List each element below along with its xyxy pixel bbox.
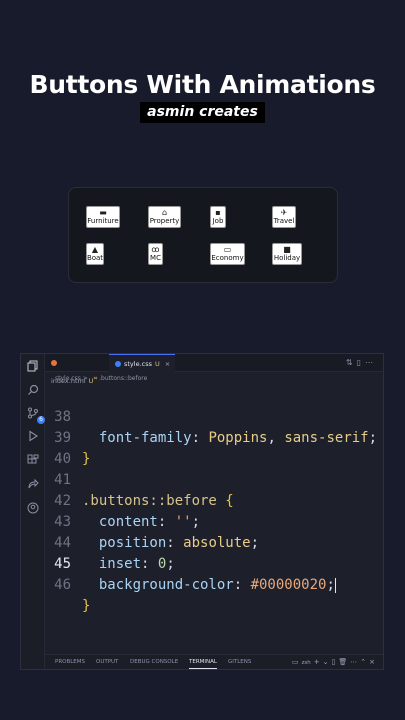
compare-icon[interactable]: ⇅ (346, 358, 357, 367)
panel-actions: ▭zsh +⌄▯🗑⋯⌃× (292, 655, 378, 671)
code-line: 41 .buttons::before { (45, 449, 383, 509)
demo-button-mc[interactable]: ꝏ MC (148, 243, 163, 265)
sofa-icon: ▬ (99, 208, 107, 217)
terminal-shell-label[interactable]: zsh (302, 660, 311, 666)
person-icon: ▪ (215, 208, 221, 217)
code-line: 38 font-family: Poppins, sans-serif; (45, 386, 383, 446)
code-line: 44 inset: 0; (45, 512, 383, 572)
activity-bar: 6 (21, 354, 45, 669)
breadcrumb: style.css > ⌗ .buttons::before (45, 373, 147, 385)
suitcase-icon: ■ (283, 245, 291, 254)
motorcycle-icon: ꝏ (151, 245, 160, 254)
code-line: 46 } (45, 554, 383, 614)
code-line: 43 position: absolute; (45, 491, 383, 551)
demo-button-label: Job (212, 217, 224, 225)
tab-actions: ⇅▯⋯ (346, 354, 377, 372)
demo-button-label: Economy (211, 254, 244, 262)
line-text: background-color: #00000020; (98, 577, 336, 593)
boat-icon: ▲ (91, 245, 99, 254)
panel-tab-bar: PROBLEMS OUTPUT DEBUG CONSOLE TERMINAL G… (45, 654, 383, 669)
demo-button-holiday[interactable]: ■ Holiday (272, 243, 302, 265)
text-cursor (334, 577, 336, 593)
demo-button-furniture[interactable]: ▬ Furniture (86, 206, 120, 228)
demo-button-economy[interactable]: ▭ Economy (210, 243, 245, 265)
extensions-icon[interactable] (25, 454, 41, 470)
airplane-icon: ✈ (280, 208, 288, 217)
code-editor-window: 6 index.html U style.css U × ⇅▯⋯ style.css … (20, 353, 384, 670)
demo-button-boat[interactable]: ▲ Boat (86, 243, 104, 265)
tab-label: style.css (124, 360, 152, 368)
tab-terminal[interactable]: TERMINAL (189, 655, 217, 669)
code-line: 42 content: ''; (45, 470, 383, 530)
demo-button-travel[interactable]: ✈ Travel (272, 206, 296, 228)
close-icon[interactable]: × (165, 360, 170, 368)
demo-button-job[interactable]: ▪ Job (210, 206, 226, 228)
run-debug-icon[interactable] (25, 430, 41, 446)
line-text: } (82, 598, 91, 614)
close-panel-icon[interactable]: × (369, 658, 378, 666)
demo-button-label: Travel (273, 217, 295, 225)
breadcrumb-file[interactable]: style.css (55, 375, 81, 382)
remote-share-icon[interactable] (25, 478, 41, 494)
selector-symbol-icon: ⌗ (93, 375, 98, 382)
tab-debug-console[interactable]: DEBUG CONSOLE (130, 655, 178, 670)
page-title: Buttons With Animations (29, 70, 376, 99)
source-control-badge: 6 (37, 416, 45, 424)
house-icon: ⌂ (161, 208, 168, 217)
demo-button-property[interactable]: ⌂ Property (148, 206, 181, 228)
tab-style-css[interactable]: style.css U × (109, 354, 175, 372)
money-icon: ▭ (223, 245, 232, 254)
editor-tab-bar: index.html U style.css U × ⇅▯⋯ (45, 354, 383, 385)
tab-problems[interactable]: PROBLEMS (55, 655, 85, 670)
html-file-icon (51, 360, 57, 366)
demo-button-label: Boat (86, 254, 104, 262)
terminal-shell-icon: ▭ (291, 658, 302, 666)
tab-index-html[interactable]: index.html U (45, 354, 99, 385)
more-icon[interactable]: ⋯ (350, 658, 360, 666)
author-badge: asmin creates (140, 102, 265, 123)
trash-icon[interactable]: 🗑 (338, 658, 350, 666)
source-control-icon[interactable]: 6 (25, 407, 45, 424)
demo-button-label: Property (149, 217, 180, 225)
accounts-icon[interactable] (25, 502, 41, 518)
demo-preview-card: ▬ Furniture ⌂ Property ▪ Job ✈ Travel ▲ … (68, 187, 338, 283)
chevron-up-icon[interactable]: ⌃ (360, 658, 369, 666)
new-terminal-icon[interactable]: + (314, 658, 323, 666)
explorer-icon[interactable] (25, 360, 41, 376)
subtitle-wrap: asmin creates (0, 101, 405, 123)
search-icon[interactable] (25, 384, 41, 400)
tab-gitlens[interactable]: GITLENS (228, 655, 251, 670)
demo-button-label: MC (150, 254, 161, 262)
breadcrumb-separator: > (82, 375, 88, 382)
line-number: 46 (54, 577, 71, 593)
more-icon[interactable]: ⋯ (365, 358, 377, 367)
breadcrumb-symbol[interactable]: .buttons::before (99, 375, 147, 382)
code-line: 39 } (45, 407, 383, 467)
code-line-current: 45 background-color: #00000020; (45, 533, 383, 593)
tab-status: U (155, 360, 160, 368)
tab-output[interactable]: OUTPUT (96, 655, 118, 670)
split-editor-icon[interactable]: ▯ (357, 358, 365, 367)
code-line: 40 (45, 428, 383, 467)
css-file-icon (115, 361, 121, 367)
demo-button-label: Holiday (273, 254, 301, 262)
chevron-down-icon[interactable]: ⌄ (323, 658, 332, 666)
demo-button-label: Furniture (87, 217, 119, 225)
